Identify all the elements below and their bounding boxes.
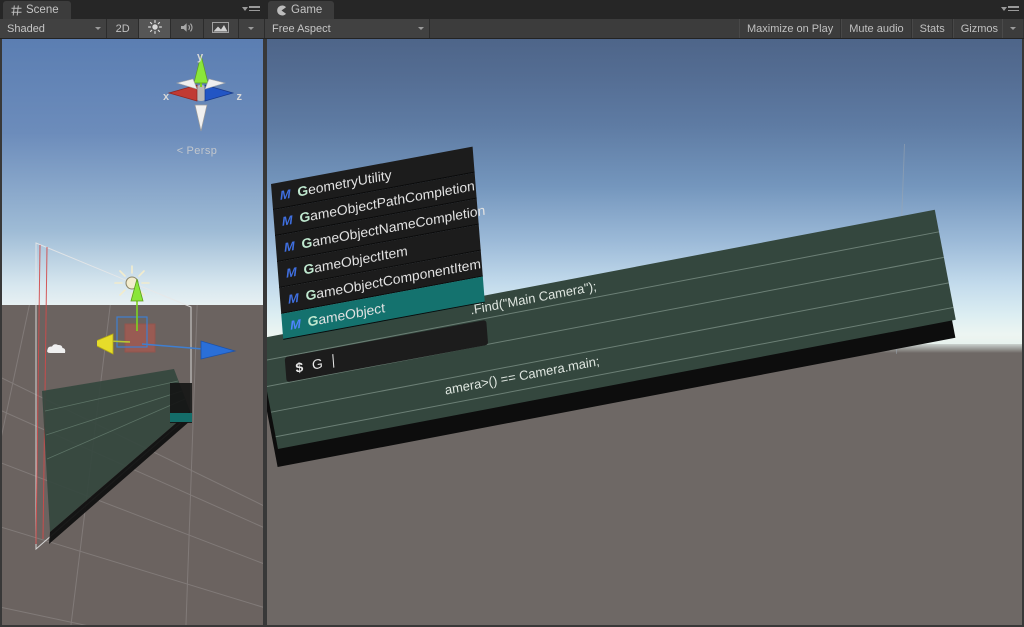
autocomplete-item-kind-icon: M: [287, 289, 300, 307]
shading-mode-dropdown[interactable]: Shaded: [0, 19, 108, 38]
gizmo-axis-x-label[interactable]: x: [163, 91, 169, 103]
stats-button[interactable]: Stats: [911, 19, 953, 38]
scene-panel-options-icon[interactable]: [242, 6, 260, 15]
autocomplete-item-kind-icon: M: [285, 263, 298, 281]
image-effects-dropdown[interactable]: [238, 19, 265, 38]
tab-scene[interactable]: Scene: [3, 1, 71, 19]
autocomplete-item-kind-icon: M: [283, 237, 296, 255]
game-view-panel: Game Free Aspect Maximize on Play Mute a…: [265, 0, 1024, 627]
toggle-2d-label: 2D: [115, 22, 130, 35]
image-effects-button[interactable]: [203, 19, 239, 38]
shading-mode-value: Shaded: [7, 22, 45, 35]
sun-lighting-icon: [147, 20, 162, 37]
toggle-2d-button[interactable]: 2D: [107, 19, 140, 38]
tab-game-label: Game: [291, 4, 323, 16]
scene-toolbar: Shaded 2D: [0, 19, 265, 39]
gizmos-button[interactable]: Gizmos: [952, 19, 1002, 38]
chevron-down-icon: [418, 27, 424, 30]
game-tabbar: Game: [265, 0, 1024, 19]
game-toolbar-spacer: [430, 19, 739, 38]
lighting-toggle-button[interactable]: [139, 19, 172, 38]
scene-view-panel: Scene Shaded 2D x y z < Persp: [0, 0, 265, 627]
scene-orientation-gizmo[interactable]: x y z < Persp: [155, 47, 247, 157]
audio-toggle-button[interactable]: [171, 19, 204, 38]
tab-scene-label: Scene: [26, 4, 59, 16]
text-cursor: [331, 354, 335, 368]
game-panel-options-icon[interactable]: [1001, 6, 1019, 15]
game-pacman-icon: [276, 5, 287, 16]
autocomplete-item-kind-icon: M: [281, 211, 294, 229]
game-viewport[interactable]: .Find("Main Camera"); amera>() == Camera…: [267, 39, 1022, 625]
game-toolbar: Free Aspect Maximize on Play Mute audio …: [265, 19, 1024, 39]
mute-audio-label: Mute audio: [849, 22, 904, 35]
maximize-on-play-label: Maximize on Play: [747, 22, 834, 35]
chevron-down-icon: [248, 27, 255, 30]
gizmos-label: Gizmos: [960, 22, 998, 35]
autocomplete-popup[interactable]: M GeometryUtility M GameObjectPathCompletio…: [271, 146, 489, 383]
gizmo-axis-z-label[interactable]: z: [237, 91, 243, 103]
gizmo-projection-toggle[interactable]: < Persp: [155, 145, 239, 157]
prompt-dollar-symbol: $: [294, 358, 304, 376]
mute-audio-button[interactable]: Mute audio: [841, 19, 912, 38]
unity-editor-window: Scene Shaded 2D x y z < Persp Game Free …: [0, 0, 1024, 627]
aspect-ratio-dropdown[interactable]: Free Aspect: [265, 19, 430, 38]
autocomplete-item-kind-icon: M: [279, 185, 292, 203]
tab-game[interactable]: Game: [268, 1, 335, 19]
code-line-1: amera>() == Camera.main;: [443, 353, 601, 398]
gizmo-projection-label: Persp: [186, 145, 218, 157]
chevron-down-icon: [95, 27, 102, 30]
autocomplete-item-kind-icon: M: [289, 315, 302, 333]
console-input-field[interactable]: G: [311, 355, 323, 372]
stats-label: Stats: [919, 22, 945, 35]
scene-tabbar: Scene: [0, 0, 265, 19]
image-effects-icon: [212, 21, 230, 36]
chevron-down-icon: [1010, 27, 1016, 30]
scene-grid-icon: [11, 4, 22, 16]
audio-speaker-icon: [180, 21, 195, 37]
aspect-ratio-value: Free Aspect: [272, 22, 331, 35]
scene-viewport[interactable]: x y z < Persp: [2, 39, 263, 625]
scene-object-icon[interactable]: [46, 342, 68, 356]
scene-move-gizmo[interactable]: [97, 279, 252, 399]
maximize-on-play-button[interactable]: Maximize on Play: [739, 19, 842, 38]
gizmo-axis-y-label[interactable]: y: [197, 51, 203, 63]
gizmos-dropdown[interactable]: [1002, 19, 1024, 38]
